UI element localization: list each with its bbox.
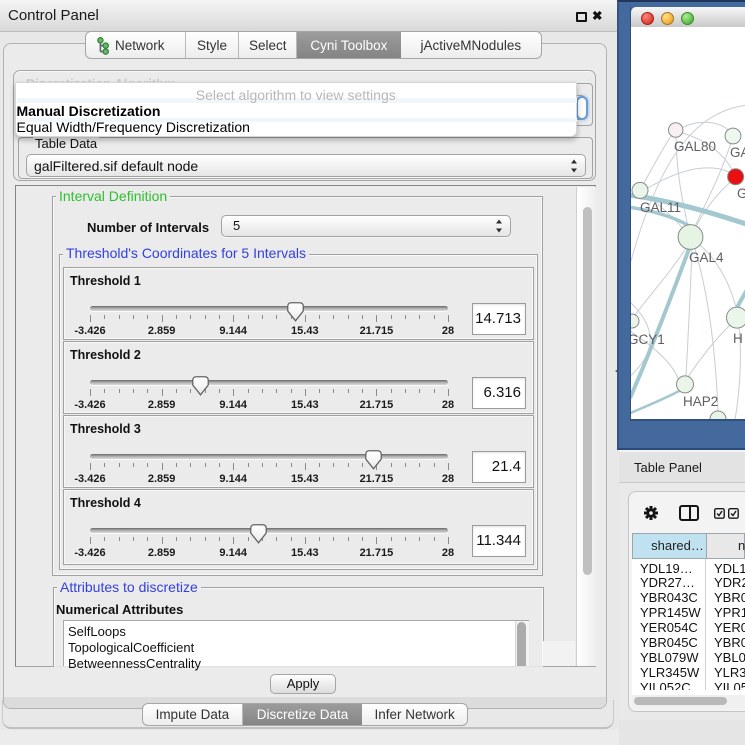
svg-text:HAP2: HAP2 xyxy=(683,394,718,409)
svg-text:GCY1: GCY1 xyxy=(631,332,665,347)
svg-text:GC: GC xyxy=(737,186,745,201)
svg-text:GA: GA xyxy=(730,145,745,160)
svg-text:GAL4: GAL4 xyxy=(689,250,724,265)
svg-text:H: H xyxy=(733,331,743,346)
svg-text:GAL80: GAL80 xyxy=(674,139,716,154)
svg-text:GAL11: GAL11 xyxy=(640,200,681,215)
